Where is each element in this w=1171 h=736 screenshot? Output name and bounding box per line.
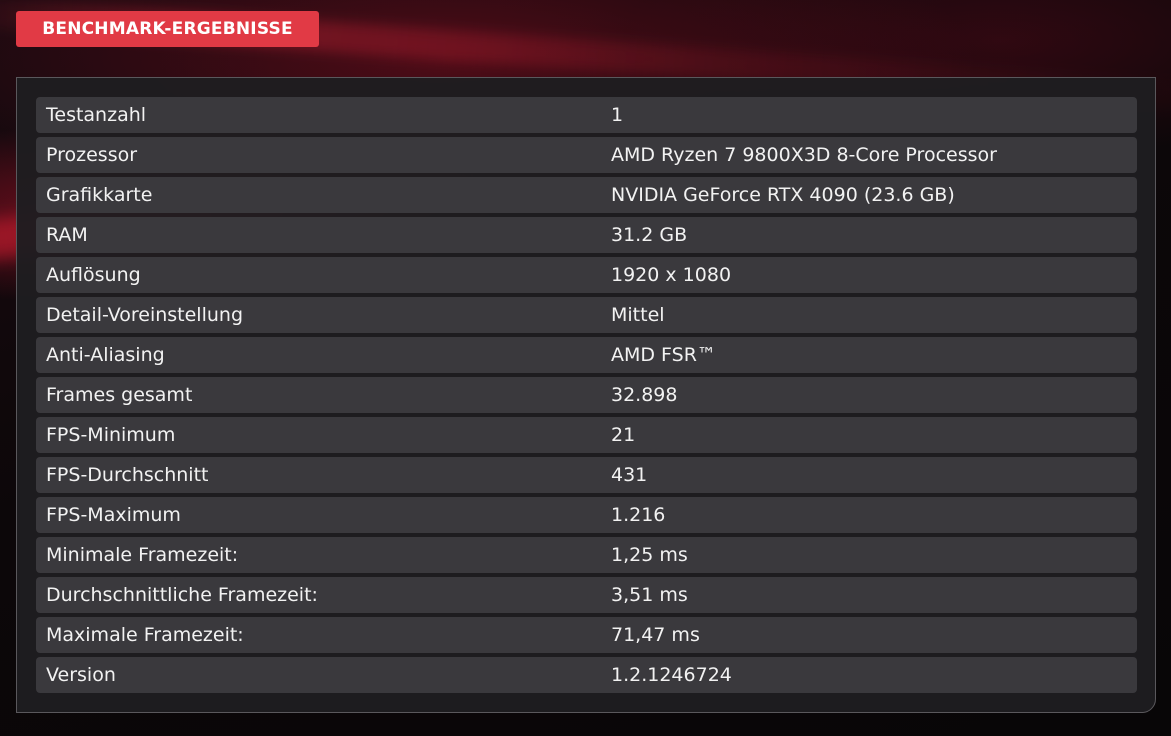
result-row-detail-preset: Detail-Voreinstellung Mittel (36, 297, 1137, 333)
result-label: Durchschnittliche Framezeit: (46, 584, 318, 606)
result-label: FPS-Maximum (46, 504, 181, 526)
result-label: RAM (46, 224, 88, 246)
result-value: 1.216 (611, 504, 666, 526)
result-value: 32.898 (611, 384, 678, 406)
result-label: FPS-Minimum (46, 424, 176, 446)
result-value: AMD FSR™ (611, 344, 716, 366)
result-label: Grafikkarte (46, 184, 153, 206)
result-label: Testanzahl (46, 104, 147, 126)
result-label: Version (46, 664, 116, 686)
result-row-version: Version 1.2.1246724 (36, 657, 1137, 693)
result-row-ram: RAM 31.2 GB (36, 217, 1137, 253)
result-value: AMD Ryzen 7 9800X3D 8-Core Processor (611, 144, 997, 166)
result-value: 1920 x 1080 (611, 264, 732, 286)
result-label: Detail-Voreinstellung (46, 304, 244, 326)
result-row-resolution: Auflösung 1920 x 1080 (36, 257, 1137, 293)
result-row-fps-min: FPS-Minimum 21 (36, 417, 1137, 453)
result-label: Prozessor (46, 144, 138, 166)
result-value: 21 (611, 424, 636, 446)
result-value: NVIDIA GeForce RTX 4090 (23.6 GB) (611, 184, 955, 206)
result-value: 31.2 GB (611, 224, 688, 246)
results-panel: Testanzahl 1 Prozessor AMD Ryzen 7 9800X… (16, 77, 1156, 713)
result-row-processor: Prozessor AMD Ryzen 7 9800X3D 8-Core Pro… (36, 137, 1137, 173)
result-value: Mittel (611, 304, 665, 326)
result-row-avg-frametime: Durchschnittliche Framezeit: 3,51 ms (36, 577, 1137, 613)
result-value: 71,47 ms (611, 624, 700, 646)
result-row-min-frametime: Minimale Framezeit: 1,25 ms (36, 537, 1137, 573)
result-row-anti-aliasing: Anti-Aliasing AMD FSR™ (36, 337, 1137, 373)
result-row-fps-avg: FPS-Durchschnitt 431 (36, 457, 1137, 493)
section-title-badge: BENCHMARK-ERGEBNISSE (16, 11, 319, 47)
result-row-max-frametime: Maximale Framezeit: 71,47 ms (36, 617, 1137, 653)
result-label: Auflösung (46, 264, 141, 286)
result-row-graphics-card: Grafikkarte NVIDIA GeForce RTX 4090 (23.… (36, 177, 1137, 213)
result-label: FPS-Durchschnitt (46, 464, 209, 486)
result-label: Anti-Aliasing (46, 344, 165, 366)
result-row-total-frames: Frames gesamt 32.898 (36, 377, 1137, 413)
result-label: Maximale Framezeit: (46, 624, 244, 646)
result-label: Minimale Framezeit: (46, 544, 239, 566)
result-value: 3,51 ms (611, 584, 688, 606)
result-value: 1 (611, 104, 624, 126)
result-label: Frames gesamt (46, 384, 193, 406)
result-value: 1.2.1246724 (611, 664, 732, 686)
section-title: BENCHMARK-ERGEBNISSE (42, 19, 293, 39)
result-row-test-count: Testanzahl 1 (36, 97, 1137, 133)
result-value: 1,25 ms (611, 544, 688, 566)
result-value: 431 (611, 464, 648, 486)
result-row-fps-max: FPS-Maximum 1.216 (36, 497, 1137, 533)
